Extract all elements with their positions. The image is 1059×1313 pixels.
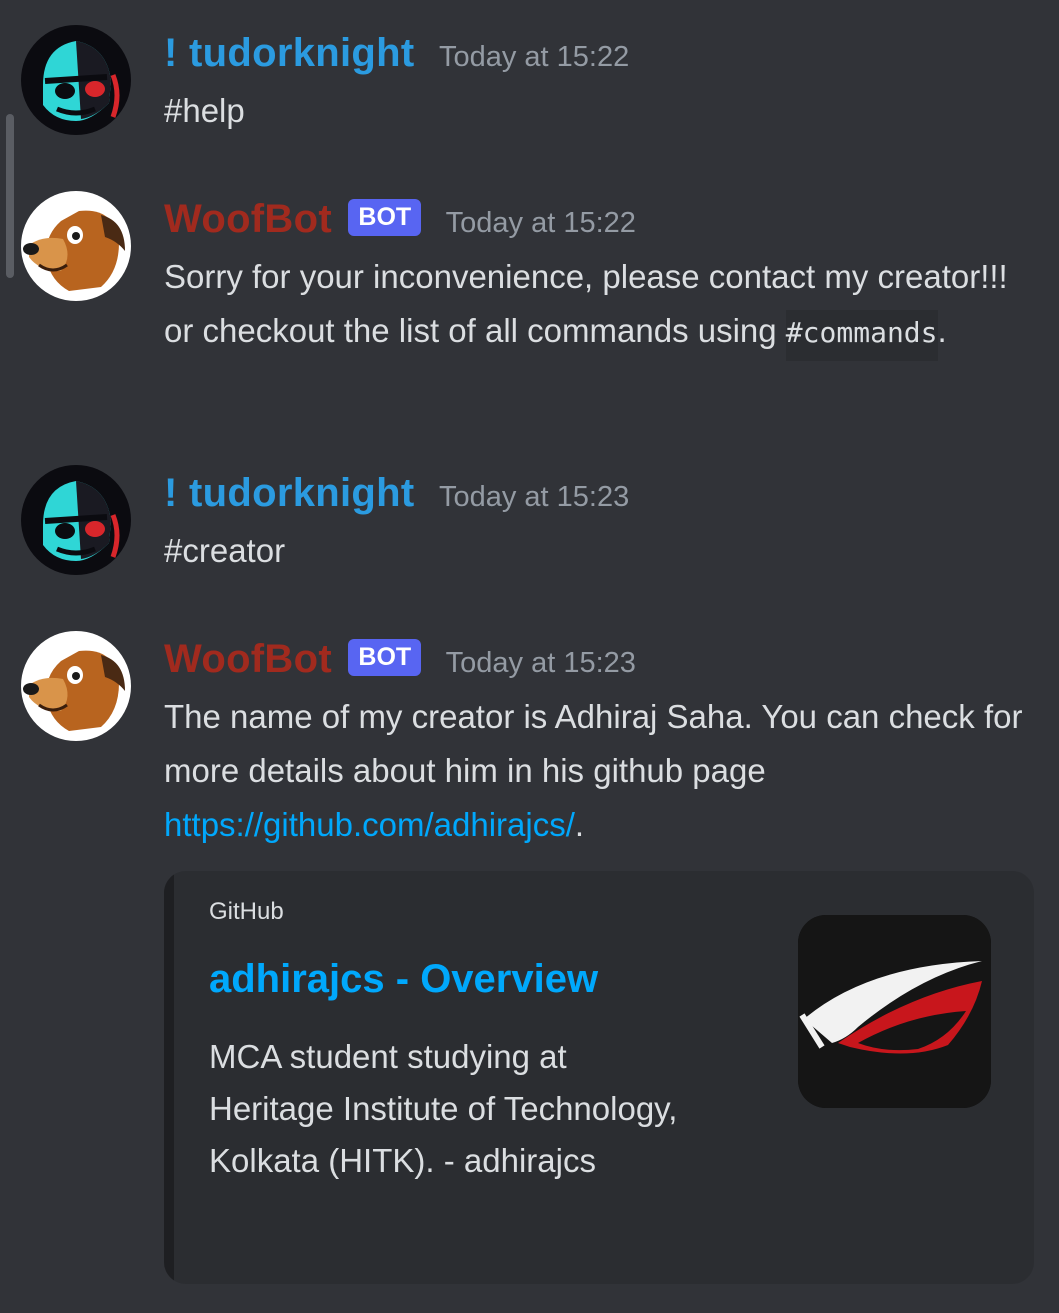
username[interactable]: WoofBot xyxy=(164,637,332,681)
dog-avatar[interactable] xyxy=(21,631,131,741)
scrollbar[interactable] xyxy=(6,114,14,278)
timestamp: Today at 15:22 xyxy=(438,41,630,73)
message-text: Sorry for your inconvenience, please con… xyxy=(164,250,1034,361)
bot-badge: BOT xyxy=(348,639,422,676)
stormtrooper-avatar[interactable] xyxy=(21,25,131,135)
inline-code: #commands xyxy=(785,310,938,361)
embed-provider[interactable]: GitHub xyxy=(209,898,284,926)
stormtrooper-avatar[interactable] xyxy=(21,465,131,575)
dog-avatar[interactable] xyxy=(21,191,131,301)
message-text-end: . xyxy=(574,806,585,843)
message-text-end: . xyxy=(937,312,947,349)
timestamp: Today at 15:23 xyxy=(445,647,636,679)
bot-badge: BOT xyxy=(348,199,422,236)
message-text-part: The name of my creator is Adhiraj Saha. … xyxy=(164,698,1023,789)
timestamp: Today at 15:22 xyxy=(445,207,636,239)
message-text: #help xyxy=(164,92,245,129)
message-text: The name of my creator is Adhiraj Saha. … xyxy=(164,690,1034,852)
username[interactable]: WoofBot xyxy=(164,197,332,241)
rog-logo-thumbnail[interactable] xyxy=(798,915,991,1108)
message-text: #creator xyxy=(164,532,286,569)
github-link[interactable]: https://github.com/adhirajcs/ xyxy=(164,806,575,843)
embed-description: MCA student studying at Heritage Institu… xyxy=(209,1038,678,1179)
username[interactable]: ! tudorknight xyxy=(164,31,415,75)
embed-title[interactable]: adhirajcs - Overview xyxy=(209,957,598,1002)
embed-accent-bar xyxy=(164,871,174,1284)
link-embed: GitHub adhirajcs - Overview MCA student … xyxy=(164,871,1034,1284)
username[interactable]: ! tudorknight xyxy=(164,471,415,515)
timestamp: Today at 15:23 xyxy=(438,481,630,513)
